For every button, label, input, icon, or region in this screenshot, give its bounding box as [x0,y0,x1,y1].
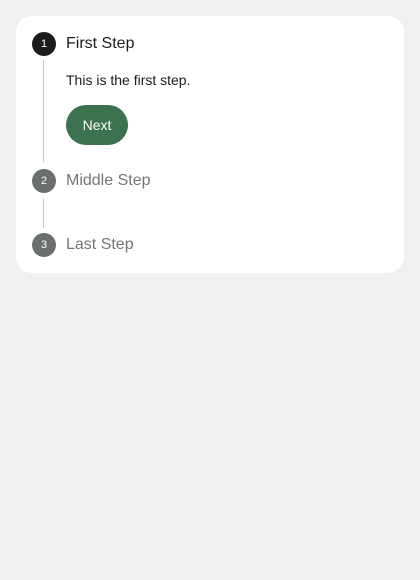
stepper-card: 1 First Step This is the first step. Nex… [16,16,404,273]
step-2-connector-line [43,198,44,228]
step-1-connector-line [43,60,44,162]
step-2-title[interactable]: Middle Step [66,171,151,191]
step-1-description: This is the first step. [66,72,191,88]
step-1-number-badge: 1 [32,32,56,56]
step-1-title[interactable]: First Step [66,34,134,54]
step-3-number-badge: 3 [32,233,56,257]
step-2-number-badge: 2 [32,169,56,193]
next-button[interactable]: Next [66,105,128,145]
step-3-title[interactable]: Last Step [66,235,134,255]
